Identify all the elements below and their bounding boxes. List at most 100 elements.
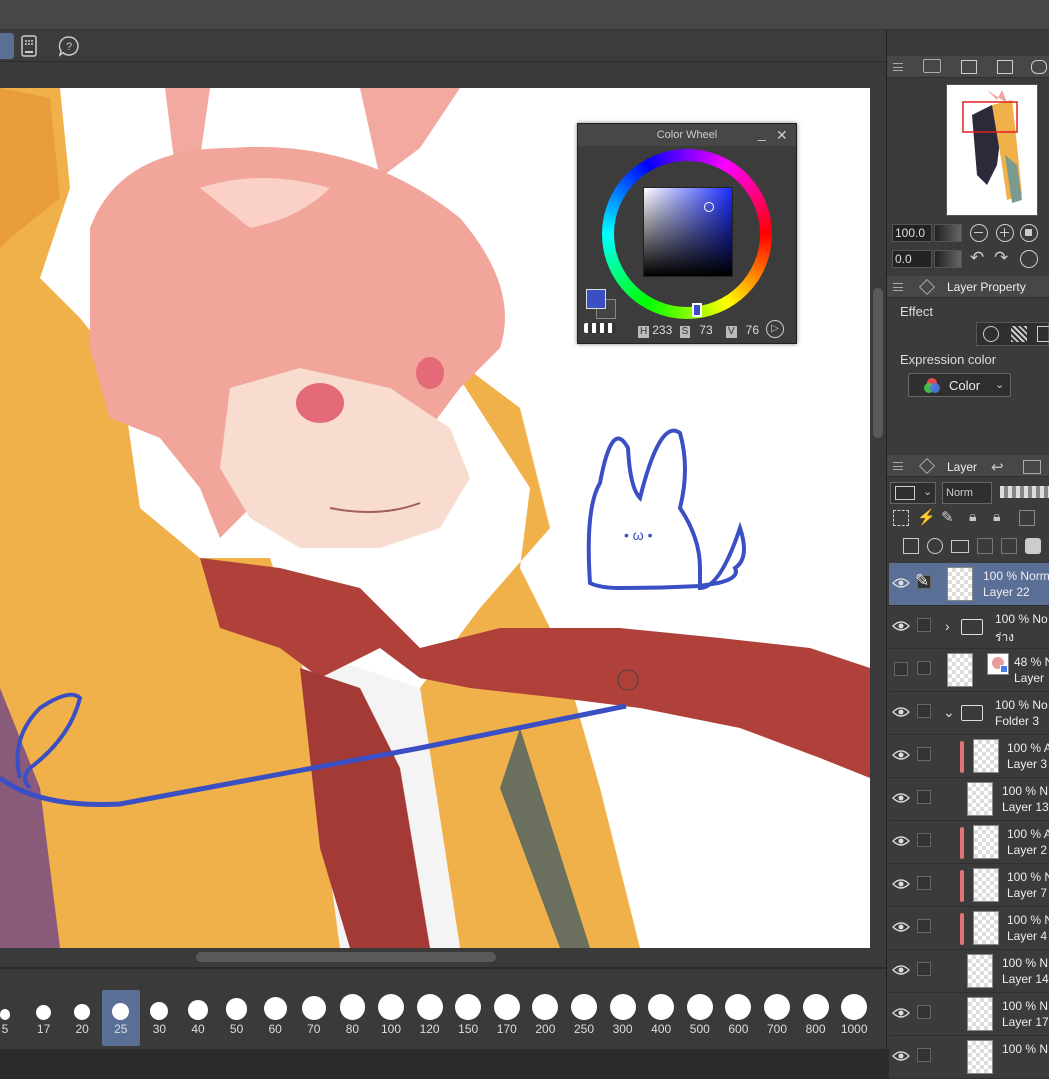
eye-icon[interactable] xyxy=(892,1006,910,1020)
main-color-swatch[interactable] xyxy=(586,289,606,309)
play-icon[interactable]: ▷ xyxy=(766,320,784,338)
reset-rotation-icon[interactable] xyxy=(1020,250,1038,268)
eye-icon[interactable] xyxy=(892,963,910,977)
clip-icon[interactable] xyxy=(893,510,909,526)
brush-size-30[interactable]: 30 xyxy=(140,990,178,1046)
zoom-slider[interactable] xyxy=(934,224,962,242)
eye-icon[interactable] xyxy=(892,619,910,633)
brush-size-100[interactable]: 100 xyxy=(372,990,410,1046)
device-icon[interactable] xyxy=(16,33,42,59)
brush-size-80[interactable]: 80 xyxy=(333,990,371,1046)
brush-size-200[interactable]: 200 xyxy=(526,990,564,1046)
material-tab-icon[interactable] xyxy=(997,60,1013,74)
brush-size-600[interactable]: 600 xyxy=(719,990,757,1046)
reference-layer-icon[interactable]: ⚡ xyxy=(917,508,936,526)
layer-search-tab-icon[interactable] xyxy=(1031,60,1047,74)
layer-row[interactable]: 100 % N Layer 17 xyxy=(889,993,1049,1036)
expand-arrow-icon[interactable]: ⌄ xyxy=(943,704,955,721)
brush-size-120[interactable]: 120 xyxy=(411,990,449,1046)
lock-toggle[interactable] xyxy=(917,1005,931,1019)
zoom-field[interactable]: 100.0 xyxy=(892,224,932,242)
layer-row[interactable]: 100 % A Layer 2 xyxy=(889,821,1049,864)
rotate-left-icon[interactable]: ↶ xyxy=(970,248,984,268)
horizontal-scrollbar[interactable] xyxy=(0,948,870,966)
actual-size-icon[interactable] xyxy=(1020,224,1038,242)
toolbar-active-button[interactable] xyxy=(0,33,14,59)
brush-size-400[interactable]: 400 xyxy=(642,990,680,1046)
lock-toggle[interactable] xyxy=(917,704,931,718)
zoom-out-icon[interactable] xyxy=(970,224,988,242)
eye-icon[interactable] xyxy=(892,834,910,848)
brush-size-40[interactable]: 40 xyxy=(179,990,217,1046)
lock-toggle[interactable] xyxy=(917,790,931,804)
new-vector-layer-icon[interactable] xyxy=(927,538,943,554)
new-folder-icon[interactable] xyxy=(951,540,969,553)
create-mask-icon[interactable] xyxy=(1025,538,1041,554)
eye-icon[interactable] xyxy=(892,576,910,590)
rotation-field[interactable]: 0.0 xyxy=(892,250,932,268)
lock-transparent-icon[interactable]: 🔒︎ xyxy=(993,508,1000,525)
brush-size-60[interactable]: 60 xyxy=(256,990,294,1046)
layer-row[interactable]: ⌄ 100 % No Folder 3 xyxy=(889,692,1049,735)
layer-row[interactable]: 100 % N Layer 14 xyxy=(889,950,1049,993)
close-icon[interactable]: ✕ xyxy=(776,127,788,144)
hue-picker-handle[interactable] xyxy=(692,303,702,317)
tone-effect-icon[interactable] xyxy=(1011,326,1027,342)
new-raster-layer-icon[interactable] xyxy=(903,538,919,554)
brush-size-500[interactable]: 500 xyxy=(681,990,719,1046)
brush-size-150[interactable]: 150 xyxy=(449,990,487,1046)
rotation-slider[interactable] xyxy=(934,250,962,268)
brush-size-5[interactable]: 5 xyxy=(0,990,24,1046)
brush-size-50[interactable]: 50 xyxy=(218,990,256,1046)
lock-toggle[interactable] xyxy=(917,962,931,976)
brush-size-800[interactable]: 800 xyxy=(797,990,835,1046)
lock-toggle[interactable] xyxy=(917,833,931,847)
draft-layer-icon[interactable]: ✎ xyxy=(941,508,954,526)
layer-row[interactable]: ✎ 100 % Norm Layer 22 xyxy=(889,563,1049,606)
opacity-slider[interactable] xyxy=(1000,486,1049,498)
brush-size-250[interactable]: 250 xyxy=(565,990,603,1046)
layer-color-icon[interactable] xyxy=(1037,326,1049,342)
sv-picker-handle[interactable] xyxy=(704,202,714,212)
lock-toggle[interactable] xyxy=(917,661,931,675)
auto-action-tab-icon[interactable] xyxy=(1023,460,1041,474)
eye-icon[interactable] xyxy=(892,705,910,719)
eye-icon[interactable] xyxy=(892,920,910,934)
zoom-in-icon[interactable] xyxy=(996,224,1014,242)
rotate-right-icon[interactable]: ↷ xyxy=(994,248,1008,268)
vertical-scrollbar[interactable] xyxy=(870,88,886,948)
layer-color-dropdown[interactable]: ⌄ xyxy=(890,482,936,504)
visibility-toggle[interactable] xyxy=(894,662,908,676)
layer-row[interactable]: 100 % N Layer 4 xyxy=(889,907,1049,950)
history-tab-icon[interactable]: ↩ xyxy=(991,458,1004,476)
transparent-color-icon[interactable] xyxy=(584,323,616,333)
transfer-down-icon[interactable] xyxy=(977,538,993,554)
brush-size-1000[interactable]: 1000 xyxy=(835,990,873,1046)
lock-icon[interactable]: 🔒︎ xyxy=(969,508,976,525)
brush-size-170[interactable]: 170 xyxy=(488,990,526,1046)
brush-size-300[interactable]: 300 xyxy=(604,990,642,1046)
layer-row[interactable]: › 100 % No ร่าง xyxy=(889,606,1049,649)
layer-row[interactable]: 100 % N Layer 7 xyxy=(889,864,1049,907)
expression-color-dropdown[interactable]: Color ⌄ xyxy=(908,373,1011,397)
layer-property-tab[interactable]: Layer Property xyxy=(947,280,1026,294)
vertical-scroll-thumb[interactable] xyxy=(873,288,883,438)
brush-size-70[interactable]: 70 xyxy=(295,990,333,1046)
blend-mode-dropdown[interactable]: Norm xyxy=(942,482,992,504)
saturation-value-square[interactable] xyxy=(643,187,733,277)
eye-icon[interactable] xyxy=(892,791,910,805)
eye-icon[interactable] xyxy=(892,748,910,762)
layer-tab[interactable]: Layer xyxy=(947,460,977,474)
brush-size-700[interactable]: 700 xyxy=(758,990,796,1046)
brush-size-20[interactable]: 20 xyxy=(63,990,101,1046)
expand-arrow-icon[interactable]: › xyxy=(945,618,950,634)
subview-tab-icon[interactable] xyxy=(961,60,977,74)
merge-down-icon[interactable] xyxy=(1001,538,1017,554)
eye-icon[interactable] xyxy=(892,1049,910,1063)
lock-toggle[interactable] xyxy=(917,618,931,632)
mask-icon[interactable] xyxy=(1019,510,1035,526)
brush-size-17[interactable]: 17 xyxy=(25,990,63,1046)
navigator-preview[interactable] xyxy=(946,84,1038,216)
brush-size-25[interactable]: 25 xyxy=(101,990,140,1046)
lock-toggle[interactable] xyxy=(917,1048,931,1062)
